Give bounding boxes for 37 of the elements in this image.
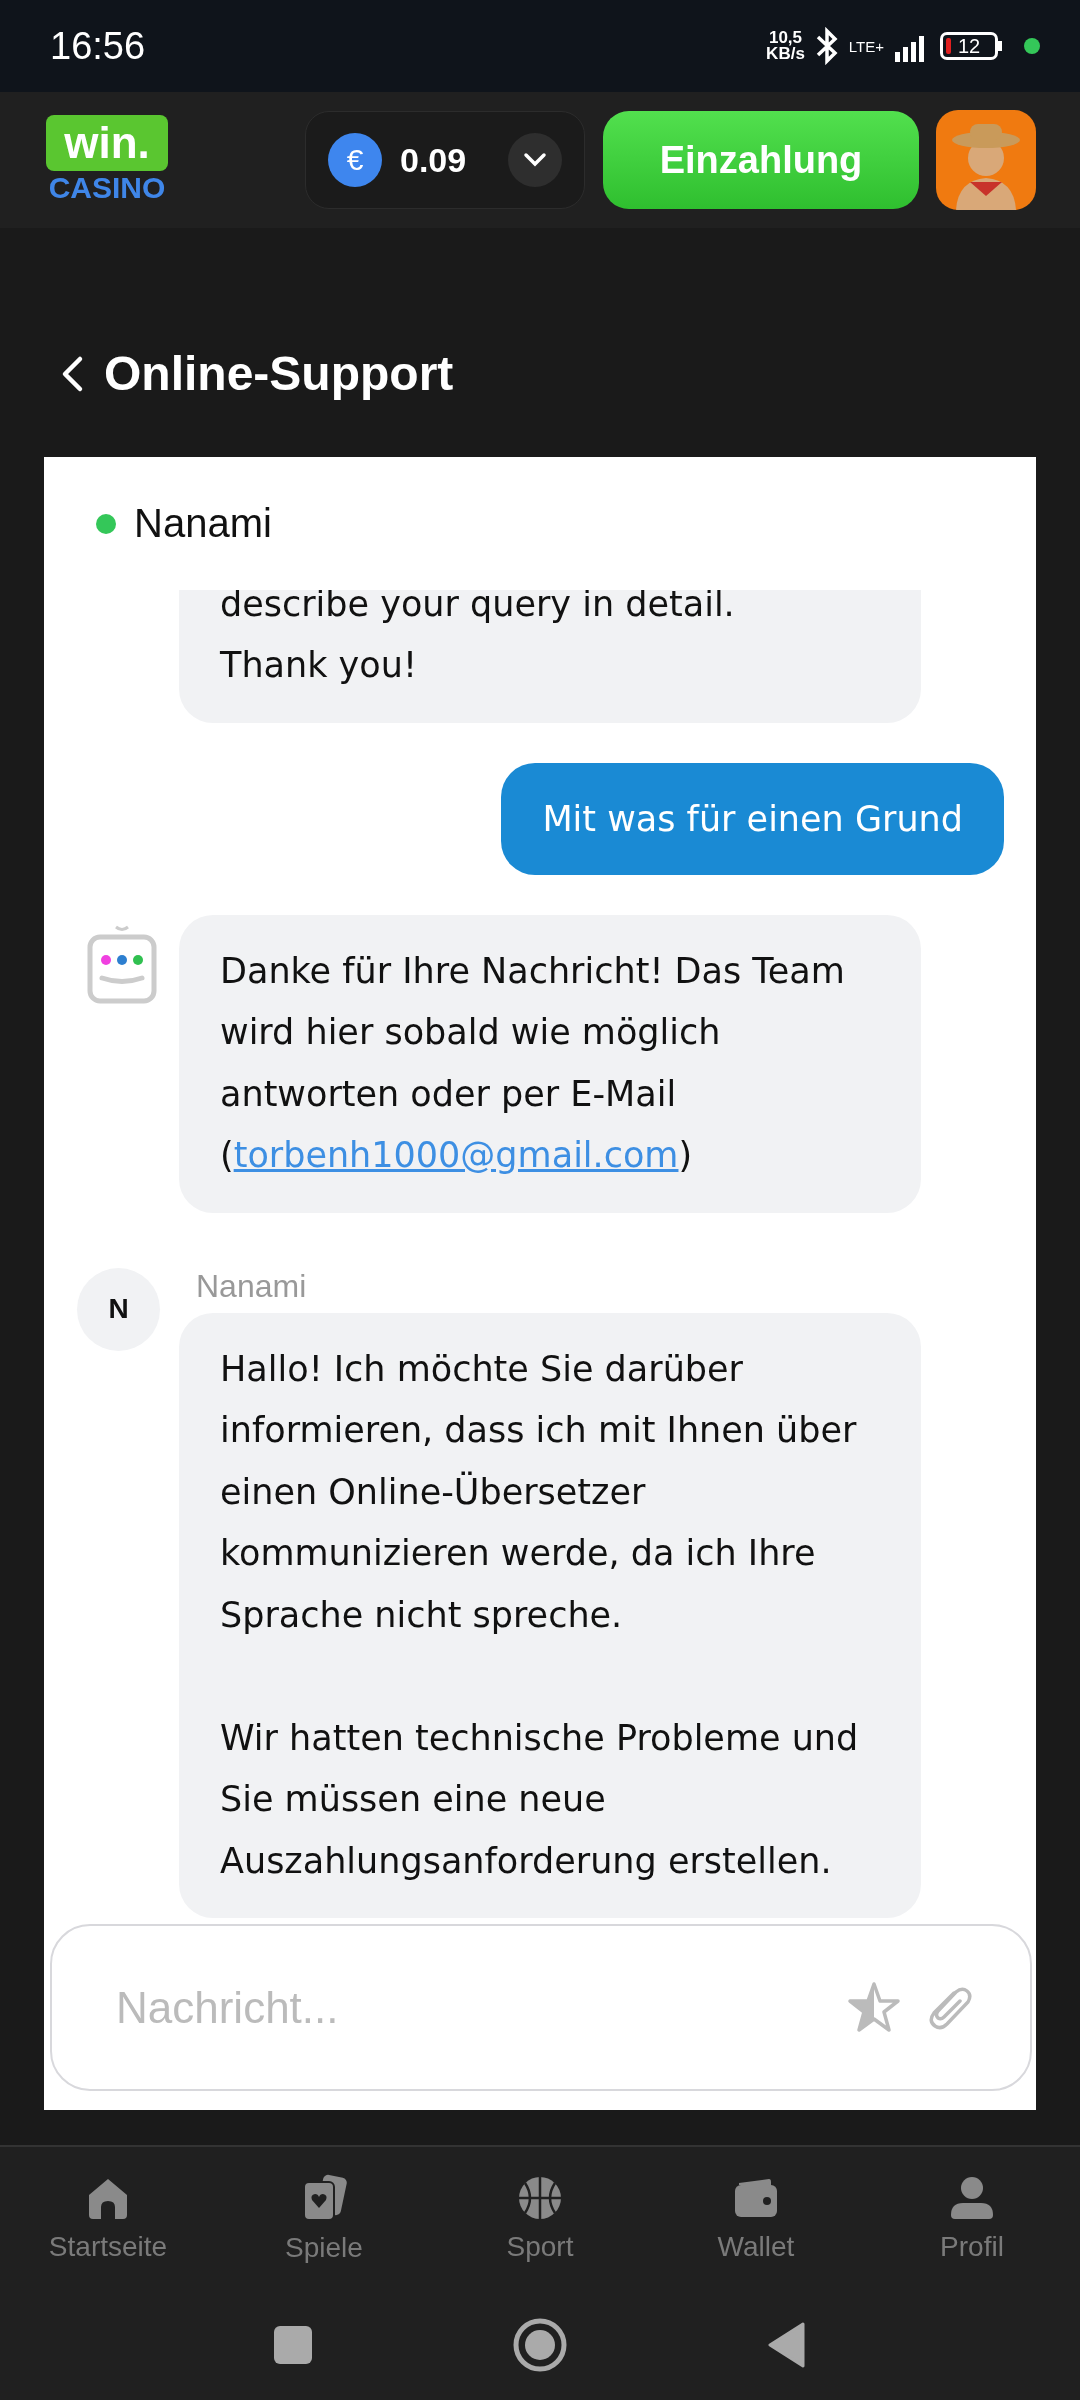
- star-icon[interactable]: [846, 1980, 902, 2035]
- profile-avatar[interactable]: [936, 110, 1036, 210]
- nav-tab[interactable]: Wallet: [648, 2147, 864, 2290]
- currency-icon: €: [328, 133, 382, 187]
- back-icon[interactable]: [60, 354, 84, 393]
- logo[interactable]: win.: [46, 115, 168, 171]
- logo-subtitle: CASINO: [48, 171, 166, 205]
- balance-selector[interactable]: € 0.09: [305, 111, 585, 209]
- message-input[interactable]: Nachricht...: [114, 1981, 824, 2034]
- net-speed: 10,5: [768, 30, 802, 46]
- agent-avatar: N: [77, 1267, 160, 1351]
- agent-name: Nanami: [134, 501, 272, 546]
- message-text: Mit was für einen Grund: [542, 798, 963, 839]
- page-title: Online-Support: [104, 346, 454, 401]
- basketball-icon: [517, 2174, 563, 2221]
- nav-tab[interactable]: Startseite: [0, 2147, 216, 2290]
- bluetooth-icon: [814, 27, 839, 65]
- battery-level: 12: [958, 34, 981, 58]
- network-type: LTE+: [848, 37, 884, 55]
- home-button[interactable]: [513, 2318, 567, 2372]
- email-link[interactable]: torbenh1000@gmail.com: [233, 1135, 679, 1175]
- nav-tab[interactable]: Sport: [432, 2147, 648, 2290]
- message-text: Hallo! Ich möchte Sie darüber informieren, dass ich mit Ihnen über einen Online-Übersetzer kommunizieren werde, da ich Ihre Sprache nicht spreche.: [220, 1347, 858, 1637]
- deposit-button[interactable]: Einzahlung: [603, 111, 919, 209]
- nav-tab[interactable]: Profil: [864, 2147, 1080, 2290]
- net-speed-unit: KB/s: [766, 46, 805, 62]
- status-time: 16:56: [50, 24, 147, 68]
- battery-fill-icon: [946, 38, 951, 54]
- message-text: Wir hatten technische Probleme und Sie müssen eine neue Auszahlungsanforderung erstellen.: [220, 1716, 860, 1883]
- sender-name: Nanami: [196, 1267, 308, 1305]
- profile-icon: [949, 2174, 995, 2221]
- privacy-dot: [1024, 38, 1040, 54]
- balance-amount: 0.09: [400, 140, 468, 180]
- back-button[interactable]: [767, 2322, 807, 2368]
- nav-tab[interactable]: Spiele: [216, 2147, 432, 2290]
- message-text: Danke für Ihre Nachricht! Das Team wird hier sobald wie möglich antworten oder per E-Mail (torbenh1000@gmail.com): [220, 949, 846, 1177]
- recents-button[interactable]: [273, 2325, 313, 2365]
